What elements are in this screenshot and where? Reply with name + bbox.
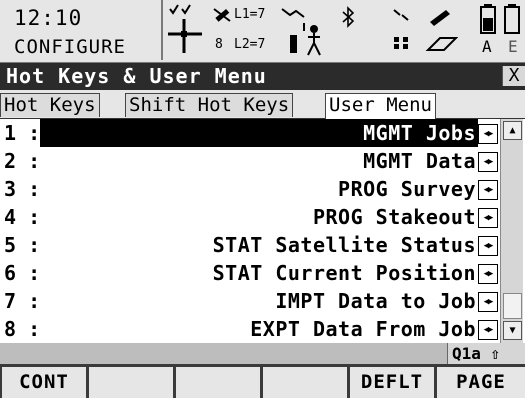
l1-label: L1 (234, 7, 250, 22)
input-letter-e: E (508, 37, 518, 56)
signal-icon (392, 7, 412, 23)
list-item-2[interactable]: 2 : MGMT Data ◀▶ (0, 147, 498, 175)
tab-shift-hot-keys[interactable]: Shift Hot Keys (125, 93, 294, 117)
list-item-3[interactable]: 3 : PROG Survey ◀▶ (0, 175, 498, 203)
item-value[interactable]: MGMT Data (48, 149, 476, 173)
status-divider (161, 0, 163, 60)
scroll-up-icon[interactable]: ▲ (503, 121, 522, 140)
item-value[interactable]: EXPT Data From Job (48, 317, 476, 341)
input-letter-a: A (482, 37, 492, 56)
title-bar: Hot Keys & User Menu X (0, 63, 525, 90)
fkey-f3-button[interactable] (176, 367, 260, 398)
battery-icon (480, 4, 496, 34)
item-value[interactable]: MGMT Jobs (48, 121, 476, 145)
list-item-6[interactable]: 6 : STAT Current Position ◀▶ (0, 259, 498, 287)
item-number: 8 : (4, 317, 41, 341)
item-value[interactable]: PROG Survey (48, 177, 476, 201)
choice-arrows-icon[interactable]: ◀▶ (478, 320, 498, 340)
choice-arrows-icon[interactable]: ◀▶ (478, 236, 498, 256)
close-button[interactable]: X (502, 66, 525, 86)
scrollbar[interactable]: ▲ ▼ (500, 119, 523, 343)
radio-link-icon (280, 5, 330, 57)
compactflash-icon (424, 34, 459, 54)
list-item-8[interactable]: 8 : EXPT Data From Job ◀▶ (0, 315, 498, 343)
fkey-cont-button[interactable]: CONT (2, 367, 86, 398)
tab-user-menu[interactable]: User Menu (325, 93, 436, 119)
sat-count: 8 (215, 37, 223, 52)
fkey-deflt-button[interactable]: DEFLT (350, 367, 434, 398)
l2-label: L2 (234, 37, 250, 52)
item-number: 6 : (4, 261, 41, 285)
fkey-page-button[interactable]: PAGE (437, 367, 525, 398)
satellite-icon (212, 5, 232, 25)
item-value[interactable]: STAT Satellite Status (48, 233, 476, 257)
item-value[interactable]: IMPT Data to Job (48, 289, 476, 313)
choice-arrows-icon[interactable]: ◀▶ (478, 180, 498, 200)
item-number: 3 : (4, 177, 41, 201)
user-menu-list: 1 : MGMT Jobs ◀▶ 2 : MGMT Data ◀▶ 3 : PR… (0, 119, 525, 343)
clock-box: 12:10 CONFIGURE (0, 0, 160, 60)
list-item-1[interactable]: 1 : MGMT Jobs ◀▶ (0, 119, 498, 147)
fkey-f2-button[interactable] (89, 367, 173, 398)
item-value[interactable]: PROG Stakeout (48, 205, 476, 229)
tab-bar: Hot Keys Shift Hot Keys User Menu (0, 91, 525, 120)
mode-label: CONFIGURE (14, 36, 126, 58)
l1-info: L1=7 (234, 7, 266, 22)
input-mode-text: Q1a (452, 344, 481, 363)
battery-external-icon (504, 4, 520, 34)
bluetooth-icon (340, 6, 356, 28)
item-value[interactable]: STAT Current Position (48, 261, 476, 285)
position-crosshair-icon (166, 3, 206, 57)
choice-arrows-icon[interactable]: ◀▶ (478, 264, 498, 284)
tab-hot-keys[interactable]: Hot Keys (0, 93, 100, 117)
choice-arrows-icon[interactable]: ◀▶ (478, 208, 498, 228)
choice-arrows-icon[interactable]: ◀▶ (478, 152, 498, 172)
item-number: 4 : (4, 205, 41, 229)
l2-info: L2=7 (234, 37, 266, 52)
list-item-7[interactable]: 7 : IMPT Data to Job ◀▶ (0, 287, 498, 315)
l2-count: 7 (257, 37, 266, 52)
network-icon (392, 35, 412, 51)
item-number: 7 : (4, 289, 41, 313)
item-number: 5 : (4, 233, 41, 257)
item-number: 1 : (4, 121, 41, 145)
status-bar: 12:10 CONFIGURE 8 L1=7 L2=7 A E (0, 0, 525, 64)
l1-count: 7 (257, 7, 266, 22)
item-number: 2 : (4, 149, 41, 173)
fkey-f4-button[interactable] (263, 367, 347, 398)
input-mode-indicator: Q1a ⇧ (447, 343, 525, 364)
scroll-down-icon[interactable]: ▼ (503, 321, 522, 340)
choice-arrows-icon[interactable]: ◀▶ (478, 124, 498, 144)
choice-arrows-icon[interactable]: ◀▶ (478, 292, 498, 312)
scroll-thumb[interactable] (503, 293, 522, 319)
page-title: Hot Keys & User Menu (6, 64, 267, 88)
function-key-bar: CONT DEFLT PAGE (0, 364, 525, 398)
stylus-icon (428, 6, 454, 26)
list-item-4[interactable]: 4 : PROG Stakeout ◀▶ (0, 203, 498, 231)
clock-time: 12:10 (14, 6, 83, 30)
list-item-5[interactable]: 5 : STAT Satellite Status ◀▶ (0, 231, 498, 259)
shift-arrow-icon: ⇧ (480, 344, 501, 363)
